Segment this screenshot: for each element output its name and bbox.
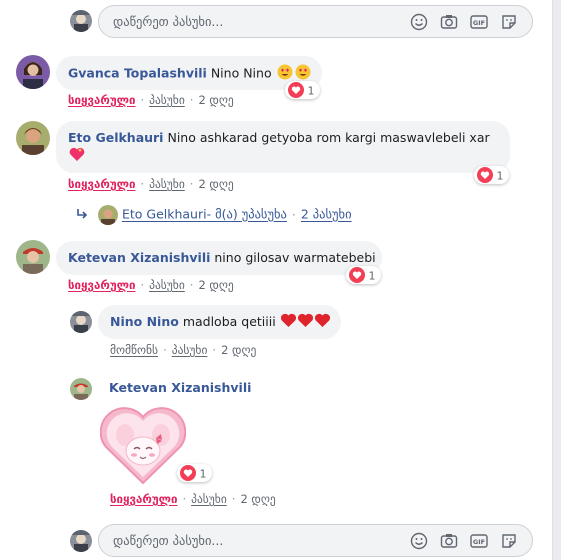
- timestamp[interactable]: 2 დღე: [198, 278, 233, 292]
- reply-bubble: Nino Nino madloba qetiiii: [98, 305, 341, 339]
- comment-bubble: Ketevan Xizanishvili nino gilosav warmat…: [56, 241, 382, 275]
- reply-input-placeholder: დაწერეთ პასუხი...: [113, 533, 224, 548]
- love-button[interactable]: სიყვარული: [68, 278, 135, 292]
- camera-icon[interactable]: [440, 13, 458, 31]
- reply-actions: მომწონს · პასუხი · 2 დღე: [110, 343, 257, 357]
- reply-actions: სიყვარული · პასუხი · 2 დღე: [110, 492, 276, 506]
- red-heart-emoji-icon: [297, 313, 314, 332]
- reply-author[interactable]: Ketevan Xizanishvili: [109, 380, 251, 395]
- reply-button[interactable]: პასუხი: [149, 278, 185, 292]
- emoji-icon[interactable]: [410, 13, 428, 31]
- timestamp[interactable]: 2 დღე: [198, 93, 233, 107]
- reply-button[interactable]: პასუხი: [172, 343, 208, 357]
- comment-actions: სიყვარული · პასუხი · 2 დღე: [68, 93, 234, 107]
- reaction-number: 1: [496, 169, 504, 183]
- love-button[interactable]: სიყვარული: [68, 177, 135, 191]
- love-button[interactable]: სიყვარული: [110, 492, 177, 506]
- reaction-number: 1: [307, 84, 315, 98]
- comment-actions: სიყვარული · პასუხი · 2 დღე: [68, 177, 234, 191]
- avatar[interactable]: [70, 378, 92, 400]
- sticker-icon[interactable]: [500, 13, 518, 31]
- view-replies-link[interactable]: Eto Gelkhauri- მ(ა) უპასუხა · 2 პასუხი: [76, 205, 352, 225]
- comment-text: Nino Nino: [210, 65, 272, 81]
- reply-button[interactable]: პასუხი: [149, 177, 185, 191]
- comment-author[interactable]: Gvanca Topalashvili: [68, 66, 207, 81]
- svg-text:GIF: GIF: [473, 538, 485, 546]
- gif-icon[interactable]: GIF: [470, 532, 488, 550]
- reply-button[interactable]: პასუხი: [191, 492, 227, 506]
- reply-arrow-icon: [76, 208, 88, 223]
- love-button[interactable]: სიყვარული: [68, 93, 135, 107]
- emoji-icon[interactable]: [410, 532, 428, 550]
- reply-input[interactable]: დაწერეთ პასუხი... GIF: [98, 5, 533, 38]
- reaction-number: 1: [199, 467, 207, 481]
- reply-summary-text: - მ(ა) უპასუხა: [206, 206, 287, 222]
- timestamp[interactable]: 2 დღე: [198, 177, 233, 191]
- gif-icon[interactable]: GIF: [470, 13, 488, 31]
- reaction-count[interactable]: 1: [474, 166, 509, 184]
- reply-author[interactable]: Nino Nino: [110, 314, 179, 329]
- camera-icon[interactable]: [440, 532, 458, 550]
- reaction-number: 1: [368, 269, 376, 283]
- heart-bunny-sticker[interactable]: [99, 405, 187, 485]
- comment-bubble: Eto Gelkhauri Nino ashkarad getyoba rom …: [56, 121, 510, 173]
- reply-input-placeholder: დაწერეთ პასუხი...: [113, 14, 224, 29]
- like-button[interactable]: მომწონს: [110, 343, 158, 357]
- avatar[interactable]: [70, 311, 92, 333]
- love-reaction-icon: [477, 167, 493, 186]
- reaction-count[interactable]: 1: [346, 266, 381, 284]
- avatar: [70, 10, 92, 32]
- reaction-count[interactable]: 1: [285, 81, 320, 99]
- sparkling-heart-emoji-icon: [68, 146, 86, 166]
- avatar[interactable]: [16, 55, 50, 89]
- reply-count[interactable]: 2 პასუხი: [301, 207, 352, 222]
- comment-author[interactable]: Ketevan Xizanishvili: [68, 250, 210, 265]
- avatar[interactable]: [16, 121, 50, 155]
- avatar: [70, 530, 92, 552]
- comment-author[interactable]: Eto Gelkhauri: [68, 130, 163, 145]
- comment-bubble: Gvanca Topalashvili Nino Nino: [56, 56, 322, 90]
- comment-text: nino gilosav warmatebebi: [214, 250, 376, 265]
- avatar[interactable]: [16, 240, 50, 274]
- red-heart-emoji-icon: [314, 313, 331, 332]
- love-reaction-icon: [349, 267, 365, 286]
- reply-input[interactable]: დაწერეთ პასუხი... GIF: [98, 524, 533, 557]
- svg-text:GIF: GIF: [473, 19, 485, 27]
- reply-text: madloba qetiiii: [182, 314, 276, 329]
- red-heart-emoji-icon: [280, 313, 297, 332]
- sticker-icon[interactable]: [500, 532, 518, 550]
- love-reaction-icon: [180, 465, 196, 484]
- timestamp[interactable]: 2 დღე: [240, 492, 275, 506]
- comment-text: Nino ashkarad getyoba rom kargi maswavle…: [167, 130, 490, 145]
- comment-actions: სიყვარული · პასუხი · 2 დღე: [68, 278, 234, 292]
- reply-author[interactable]: Eto Gelkhauri: [122, 207, 207, 222]
- reply-button[interactable]: პასუხი: [149, 93, 185, 107]
- love-reaction-icon: [288, 82, 304, 101]
- timestamp[interactable]: 2 დღე: [221, 343, 256, 357]
- reaction-count[interactable]: 1: [177, 464, 212, 482]
- avatar: [97, 205, 118, 225]
- page-right-edge: [552, 0, 561, 560]
